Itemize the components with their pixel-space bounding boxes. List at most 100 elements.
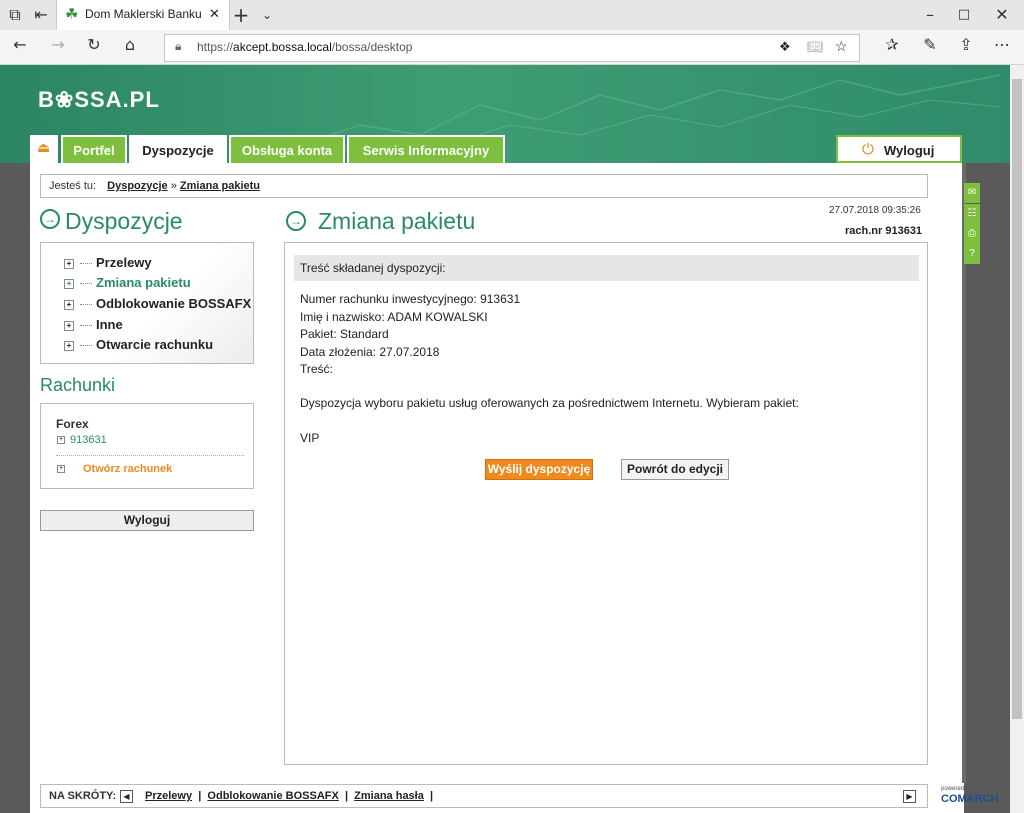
arrow-right-circle-icon: → [40, 209, 60, 229]
detail-package: Pakiet: Standard [300, 327, 389, 341]
order-paragraph: Dyspozycja wyboru pakietu usług oferowan… [300, 396, 799, 410]
favorite-star-icon[interactable]: ☆ [835, 38, 848, 55]
sidebar-item-label: Zmiana pakietu [96, 275, 191, 290]
expand-icon: + [64, 299, 74, 310]
scrollbar-thumb[interactable] [1012, 79, 1022, 719]
help-icon[interactable]: ? [964, 244, 980, 264]
sidebar-item-zmiana-pakietu[interactable]: + Zmiana pakietu [64, 275, 191, 290]
tab-portfel[interactable]: Portfel [61, 135, 127, 163]
forward-icon[interactable]: → [46, 30, 70, 60]
sitemap-icon[interactable]: ☷ [964, 204, 980, 224]
selected-package: VIP [300, 431, 320, 445]
home-tab[interactable]: ⏏ [30, 135, 58, 163]
powered-by: powered by [941, 786, 973, 792]
chevron-down-icon[interactable]: ⌄ [258, 0, 276, 30]
sidebar-item-label: Otwarcie rachunku [96, 337, 214, 352]
sidebar-item-inne[interactable]: + Inne [64, 317, 123, 332]
close-window-icon[interactable]: ✕ [990, 0, 1014, 30]
shortcut-zmiana-hasla[interactable]: Zmiana hasła [354, 790, 424, 802]
tab-serwis-informacyjny[interactable]: Serwis Informacyjny [347, 135, 505, 163]
tab-dyspozycje[interactable]: Dyspozycje [129, 135, 227, 163]
account-number-link[interactable]: 913631 [70, 434, 107, 446]
shortcuts-bar: NA SKRÓTY: ◀ Przelewy | Odblokowanie BOS… [40, 784, 928, 808]
send-order-button[interactable]: Wyślij dyspozycję [485, 459, 593, 480]
scroll-left-icon[interactable]: ◀ [120, 790, 133, 803]
breadcrumb-zmiana-pakietu[interactable]: Zmiana pakietu [180, 180, 260, 192]
sidebar-item-label: Przelewy [96, 255, 152, 270]
sidebar-item-odblokowanie[interactable]: + Odblokowanie BOSSAFX [64, 296, 251, 311]
url-host: akcept.bossa.local [233, 40, 332, 54]
order-box-header-text: Treść składanej dyspozycji: [300, 261, 446, 275]
comarch-logo: COMARCH [941, 793, 999, 805]
breadcrumb-dyspozycje[interactable]: Dyspozycje [107, 180, 168, 192]
print-icon[interactable]: ⎙ [964, 224, 980, 244]
sidebar-item-label: Inne [96, 317, 123, 332]
expand-icon: + [64, 320, 74, 331]
back-to-edit-button[interactable]: Powrót do edycji [621, 459, 729, 480]
account-label: rach.nr 913631 [845, 225, 923, 237]
open-account-link[interactable]: Otwórz rachunek [83, 463, 172, 475]
new-tab-icon[interactable]: + [232, 0, 250, 30]
header-logout-button[interactable]: ⏻ Wyloguj [836, 135, 962, 163]
order-box-header: Treść składanej dyspozycji: [294, 255, 919, 281]
more-icon[interactable]: ⋯ [990, 30, 1014, 60]
favicon-icon: ☘ [65, 6, 79, 23]
accounts-box: Forex + 913631 + Otwórz rachunek [40, 403, 254, 489]
sidebar-logout-button[interactable]: Wyloguj [40, 510, 254, 531]
notes-icon[interactable]: ✎ [918, 30, 942, 60]
tab-manager-icon[interactable]: ⧉ [4, 0, 26, 30]
breadcrumb-prefix: Jesteś tu: [49, 180, 97, 192]
arrow-right-circle-icon: → [286, 211, 306, 231]
shortcut-przelewy[interactable]: Przelewy [145, 790, 192, 802]
expand-icon: + [57, 436, 65, 444]
sidebar-item-otwarcie-rachunku[interactable]: + Otwarcie rachunku [64, 337, 213, 352]
address-bar-row: ← → ↻ ⌂ 🔒︎ https://akcept.bossa.local/bo… [0, 30, 1024, 65]
scroll-right-icon[interactable]: ▶ [903, 790, 916, 803]
shortcut-odblokowanie[interactable]: Odblokowanie BOSSAFX [207, 790, 338, 802]
header-logout-label: Wyloguj [884, 143, 935, 158]
expand-icon: + [64, 278, 74, 289]
accounts-divider [56, 455, 244, 456]
datetime: 27.07.2018 09:35:26 [829, 205, 921, 216]
message-icon[interactable]: ✉ [964, 183, 980, 203]
extension-icon[interactable]: ❖ [779, 39, 791, 55]
back-icon[interactable]: ← [8, 30, 32, 60]
home-icon[interactable]: ⌂ [118, 30, 142, 60]
expand-icon: + [57, 465, 65, 473]
maximize-icon[interactable]: □ [952, 0, 976, 30]
tab-obsluga-konta[interactable]: Obsługa konta [229, 135, 345, 163]
sidebar-item-przelewy[interactable]: + Przelewy [64, 255, 152, 270]
set-aside-tabs-icon[interactable]: ⇤ [30, 0, 52, 30]
expand-icon: + [64, 340, 74, 351]
reading-view-icon[interactable]: 📖︎ [807, 39, 824, 55]
eject-icon: ⏏ [37, 139, 51, 155]
lock-icon: 🔒︎ [175, 39, 182, 53]
sidebar-item-label: Odblokowanie BOSSAFX [96, 296, 252, 311]
minimize-icon[interactable]: – [918, 0, 942, 30]
detail-name: Imię i nazwisko: ADAM KOWALSKI [300, 309, 488, 324]
refresh-icon[interactable]: ↻ [82, 30, 106, 60]
site-logo[interactable]: B❀SSA.PL [38, 87, 160, 113]
favorites-icon[interactable]: ✰ [880, 30, 904, 60]
detail-date: Data złożenia: 27.07.2018 [300, 344, 440, 359]
tab-title: Dom Maklerski Banku C [85, 7, 205, 21]
browser-tab[interactable]: ☘ Dom Maklerski Banku C ✕ [56, 0, 230, 30]
shortcuts-label: NA SKRÓTY: [49, 790, 117, 802]
accounts-title: Rachunki [40, 375, 116, 395]
close-tab-icon[interactable]: ✕ [209, 6, 220, 22]
url-prefix: https:// [197, 40, 234, 54]
expand-icon: + [64, 258, 74, 269]
order-details: Numer rachunku inwestycyjnego: 913631 Im… [300, 291, 520, 379]
sidebar-title: Dyspozycje [65, 208, 183, 234]
url-field[interactable]: 🔒︎ https://akcept.bossa.local/bossa/desk… [164, 34, 860, 62]
detail-content-label: Treść: [300, 362, 333, 376]
power-icon: ⏻ [862, 141, 874, 158]
breadcrumb: Jesteś tu: Dyspozycje » Zmiana pakietu [40, 174, 928, 198]
page-title: Zmiana pakietu [318, 208, 476, 234]
breadcrumb-separator: » [170, 180, 177, 192]
browser-tab-bar: ⧉ ⇤ ☘ Dom Maklerski Banku C ✕ + ⌄ – □ ✕ [0, 0, 1024, 31]
url-path: /bossa/desktop [331, 40, 413, 54]
share-icon[interactable]: ⇪ [954, 30, 978, 60]
page-scrollbar[interactable] [1010, 65, 1024, 813]
detail-account: Numer rachunku inwestycyjnego: 913631 [300, 292, 521, 306]
